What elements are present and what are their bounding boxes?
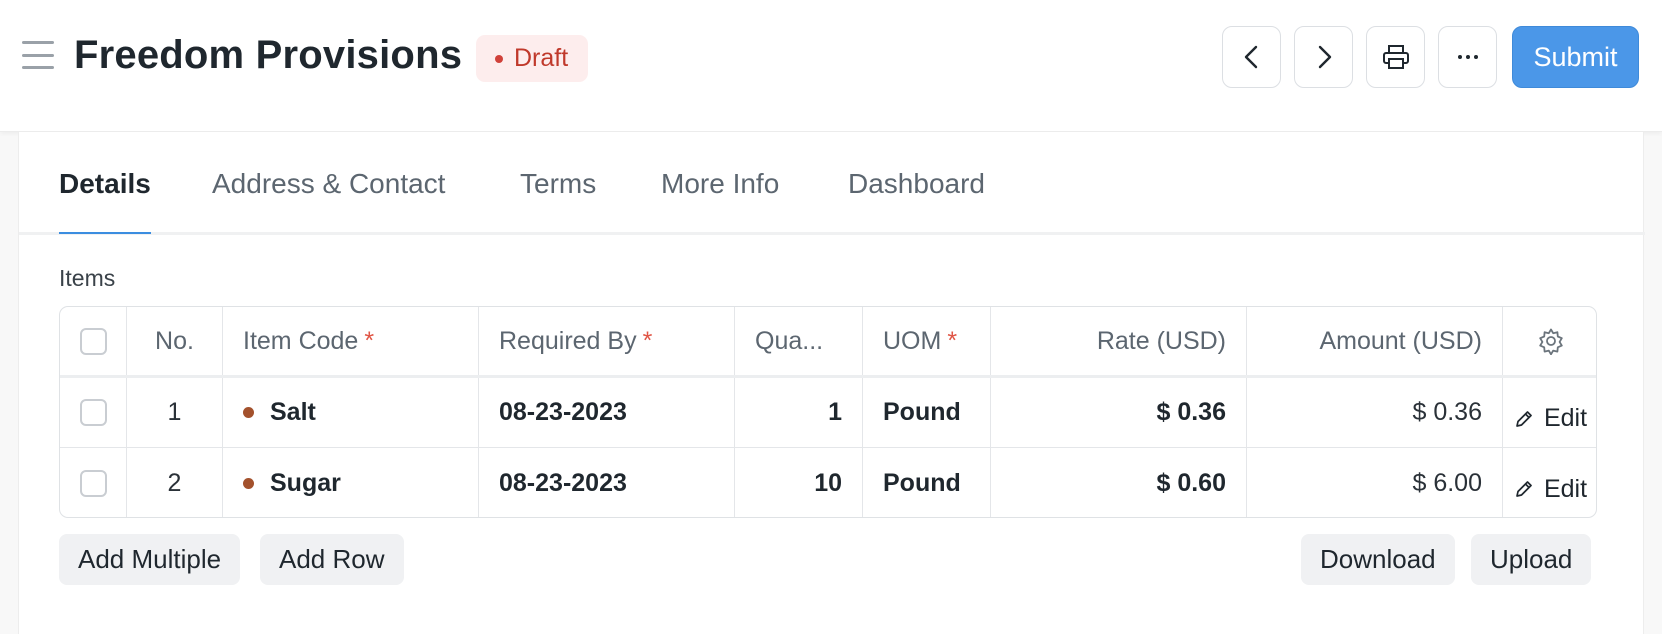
tab-details[interactable]: Details	[59, 164, 151, 234]
row-number: 1	[127, 378, 223, 447]
required-by-cell[interactable]: 08-23-2023	[479, 448, 735, 517]
column-header-required-by-label: Required By	[499, 326, 637, 355]
column-header-required-by: Required By *	[479, 307, 735, 375]
print-button[interactable]	[1366, 26, 1425, 88]
required-by-cell[interactable]: 08-23-2023	[479, 378, 735, 447]
tab-terms[interactable]: Terms	[520, 164, 596, 234]
tab-more-info[interactable]: More Info	[661, 164, 779, 234]
item-code-cell[interactable]: Salt	[223, 378, 479, 447]
select-all-checkbox[interactable]	[79, 327, 107, 355]
column-header-rate: Rate (USD)	[991, 307, 1247, 375]
form-card: Details Address & Contact Terms More Inf…	[18, 132, 1645, 634]
item-code-value: Sugar	[270, 468, 341, 497]
edit-row-button[interactable]: Edit	[1514, 404, 1587, 433]
column-header-amount: Amount (USD)	[1247, 307, 1503, 375]
uom-cell[interactable]: Pound	[863, 378, 991, 447]
row-checkbox[interactable]	[79, 399, 107, 426]
row-checkbox[interactable]	[79, 469, 107, 497]
edit-cell: Edit	[1503, 378, 1596, 447]
column-header-uom: UOM *	[863, 307, 991, 375]
page-header: Freedom Provisions Draft Submit	[0, 0, 1662, 132]
tab-dashboard[interactable]: Dashboard	[848, 164, 985, 234]
edit-cell: Edit	[1503, 448, 1596, 517]
item-status-dot-icon	[243, 407, 254, 418]
more-horizontal-icon	[1457, 55, 1478, 59]
column-header-item-code: Item Code *	[223, 307, 479, 375]
status-badge: Draft	[476, 35, 589, 82]
status-label: Draft	[514, 44, 569, 72]
item-code-cell[interactable]: Sugar	[223, 448, 479, 517]
next-doc-button[interactable]	[1294, 26, 1353, 88]
rate-cell[interactable]: $ 0.60	[991, 448, 1247, 517]
add-row-button[interactable]: Add Row	[260, 534, 404, 585]
page-title: Freedom Provisions	[74, 33, 463, 77]
table-header: No. Item Code * Required By * Qua... UOM * …	[60, 307, 1596, 378]
header-select-cell	[60, 307, 127, 375]
amount-cell: $ 0.36	[1247, 378, 1503, 447]
pencil-icon	[1516, 481, 1532, 497]
required-marker: *	[642, 326, 653, 355]
rate-cell[interactable]: $ 0.36	[991, 378, 1247, 447]
upload-button[interactable]: Upload	[1471, 534, 1592, 585]
download-button[interactable]: Download	[1301, 534, 1455, 585]
add-multiple-button[interactable]: Add Multiple	[59, 534, 241, 585]
row-number: 2	[127, 448, 223, 517]
chevron-left-icon	[1244, 45, 1257, 69]
item-status-dot-icon	[243, 477, 254, 489]
pencil-icon	[1516, 410, 1532, 427]
items-table: No. Item Code * Required By * Qua... UOM * …	[59, 306, 1597, 518]
more-actions-button[interactable]	[1438, 26, 1497, 88]
quantity-cell[interactable]: 10	[735, 448, 863, 517]
column-header-quantity: Qua...	[735, 307, 863, 375]
table-row[interactable]: 1 Salt 08-23-2023 1 Pound $ 0.36 $ 0.36 …	[60, 378, 1596, 448]
tab-bar: Details Address & Contact Terms More Inf…	[19, 132, 1645, 235]
row-select-cell	[60, 378, 127, 447]
item-code-value: Salt	[270, 398, 316, 426]
submit-button[interactable]: Submit	[1512, 26, 1639, 88]
items-section-label: Items	[59, 265, 116, 291]
edit-row-button[interactable]: Edit	[1514, 475, 1587, 504]
edit-label: Edit	[1543, 474, 1588, 503]
amount-cell: $ 6.00	[1247, 448, 1503, 517]
tab-address-contact[interactable]: Address & Contact	[212, 164, 445, 234]
column-settings-cell	[1503, 307, 1596, 375]
edit-label: Edit	[1543, 404, 1588, 432]
column-header-no: No.	[127, 307, 223, 375]
menu-icon[interactable]	[22, 41, 54, 69]
gear-icon[interactable]	[1537, 327, 1565, 355]
required-marker: *	[947, 326, 958, 355]
printer-icon	[1382, 45, 1409, 69]
uom-cell[interactable]: Pound	[863, 448, 991, 517]
row-select-cell	[60, 448, 127, 517]
required-marker: *	[364, 326, 375, 355]
status-dot-icon	[495, 54, 503, 63]
quantity-cell[interactable]: 1	[735, 378, 863, 447]
table-row[interactable]: 2 Sugar 08-23-2023 10 Pound $ 0.60 $ 6.0…	[60, 448, 1596, 517]
chevron-right-icon	[1318, 45, 1331, 69]
previous-doc-button[interactable]	[1222, 26, 1281, 88]
column-header-item-code-label: Item Code	[243, 326, 359, 355]
column-header-uom-label: UOM	[883, 326, 942, 355]
